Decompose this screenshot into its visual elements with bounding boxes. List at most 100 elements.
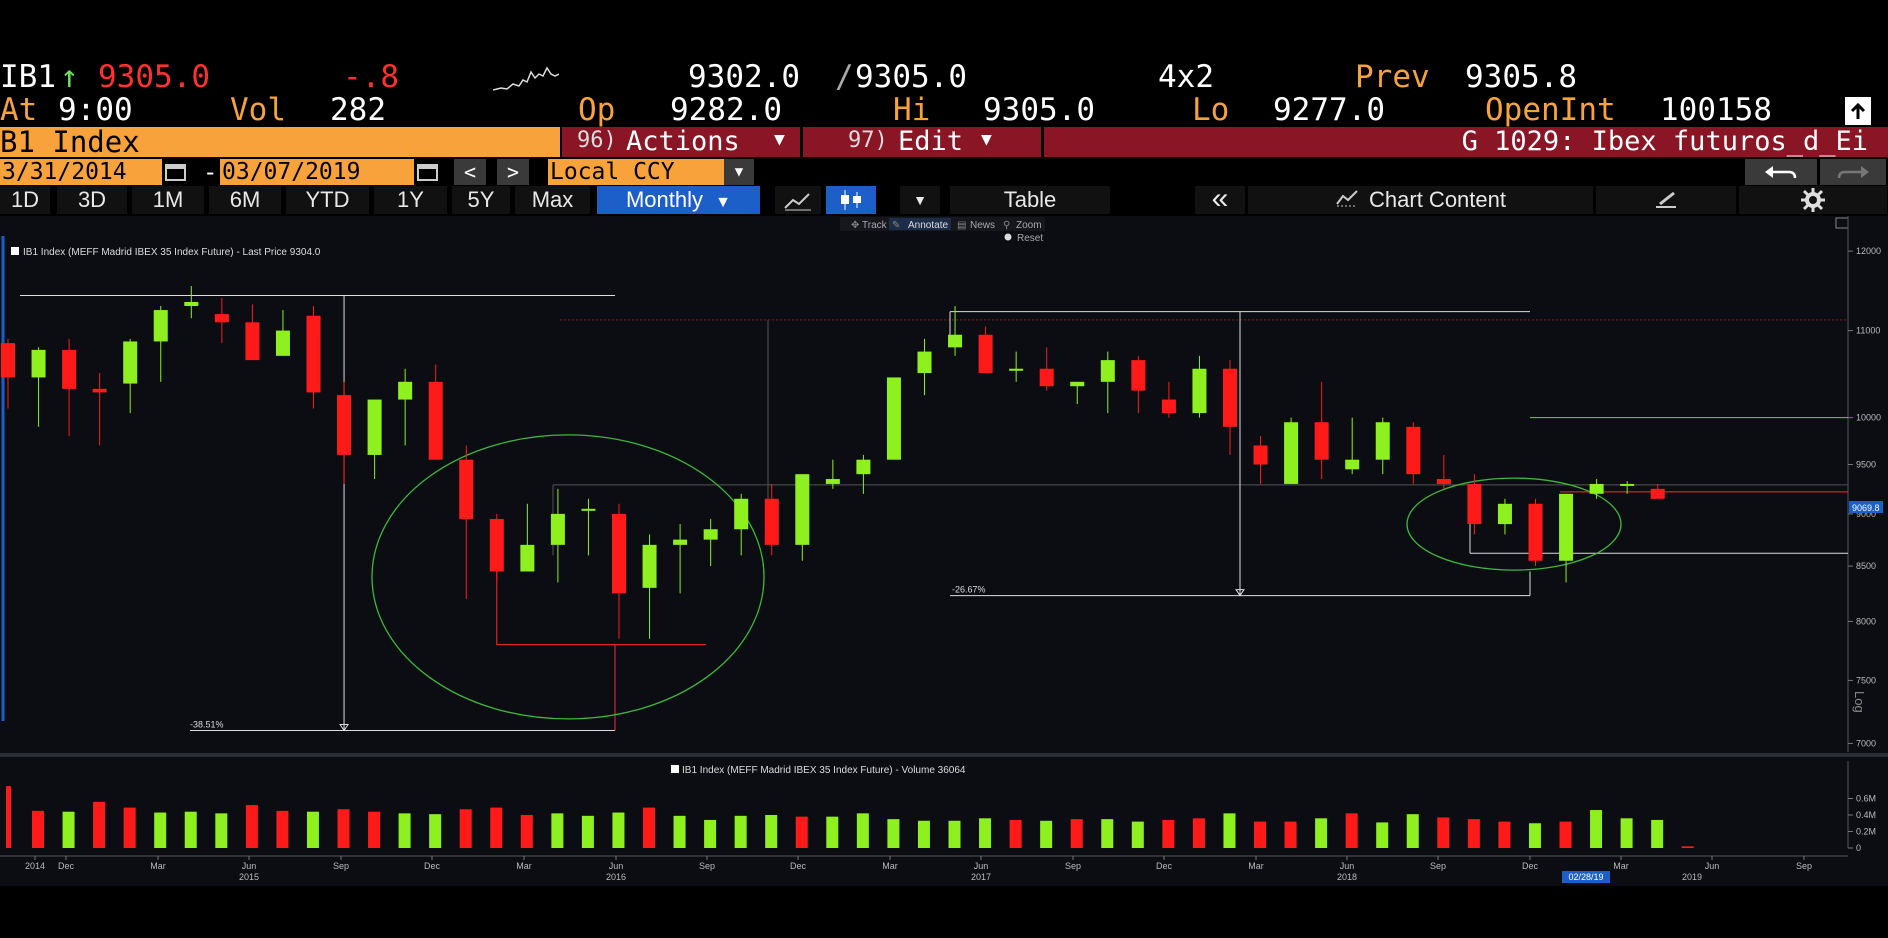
prev-label: Prev bbox=[1355, 59, 1430, 95]
x-tick-label: Mar bbox=[882, 861, 898, 871]
volume-bar bbox=[765, 815, 778, 848]
volume-bar bbox=[1376, 822, 1389, 848]
log-scale-label: Log bbox=[1852, 691, 1867, 713]
chart-tool-bar: ✥ Track ✎ Annotate ▤ News ⚲ Zoom Reset bbox=[840, 217, 1045, 244]
period-button-6m[interactable]: 6M bbox=[209, 186, 281, 214]
candle-body bbox=[886, 377, 901, 460]
candle-body bbox=[1620, 483, 1635, 486]
candle-body bbox=[978, 334, 993, 374]
period-button-3d[interactable]: 3D bbox=[57, 186, 127, 214]
volume-bar bbox=[215, 813, 228, 848]
volume-bar bbox=[306, 811, 319, 848]
volume-bar bbox=[1528, 823, 1541, 848]
reset-button[interactable]: Reset bbox=[1017, 233, 1043, 244]
edit-menu[interactable]: 97) Edit ▼ bbox=[803, 126, 1041, 157]
candle-body bbox=[214, 314, 229, 323]
chart-content-label: Chart Content bbox=[1369, 187, 1506, 212]
page-title-bar: G 1029: Ibex futuros_d_Ei bbox=[1044, 126, 1888, 157]
price-chart[interactable]: ✥ Track ✎ Annotate ▤ News ⚲ Zoom Reset I… bbox=[0, 216, 1888, 886]
candle-body bbox=[581, 508, 596, 511]
export-icon[interactable] bbox=[1845, 97, 1871, 125]
chevron-down-icon[interactable]: ▼ bbox=[900, 186, 940, 214]
volume-bar bbox=[917, 820, 930, 848]
x-year-label: 2016 bbox=[606, 872, 626, 882]
candle-body bbox=[612, 513, 626, 594]
collapse-button[interactable]: « bbox=[1195, 184, 1245, 214]
low-value: 9277.0 bbox=[1273, 92, 1385, 128]
candle-body bbox=[1161, 399, 1176, 414]
volume-tick-label: 0 bbox=[1856, 843, 1861, 853]
x-tick-label: Sep bbox=[1796, 861, 1812, 871]
x-axis: 2014 Dec Mar Jun Sep Dec Mar Jun Sep Dec Mar Jun Sep… bbox=[0, 855, 1848, 883]
candle-body bbox=[550, 513, 565, 545]
settings-gear-icon[interactable] bbox=[1739, 186, 1887, 214]
next-period-button[interactable]: > bbox=[497, 159, 529, 185]
period-button-ytd[interactable]: YTD bbox=[286, 186, 369, 214]
footer-bar bbox=[0, 886, 1888, 938]
frequency-select[interactable]: Monthly ▼ bbox=[597, 186, 760, 214]
calendar-icon[interactable] bbox=[164, 162, 188, 182]
line-chart-icon[interactable] bbox=[775, 186, 821, 214]
y-tick-label: 7500 bbox=[1856, 675, 1876, 685]
chevron-down-icon[interactable]: ▼ bbox=[724, 159, 754, 185]
x-tick-label: Jun bbox=[1340, 861, 1355, 871]
volume-bar bbox=[1345, 813, 1358, 848]
x-tick-label: Jun bbox=[609, 861, 624, 871]
candle-body bbox=[917, 351, 932, 374]
volume-bar bbox=[979, 818, 992, 848]
volume-bar bbox=[856, 813, 869, 848]
candle-body bbox=[489, 518, 504, 572]
period-button-1m[interactable]: 1M bbox=[132, 186, 204, 214]
price-legend-text: IB1 Index (MEFF Madrid IBEX 35 Index Fut… bbox=[23, 247, 321, 258]
y-tick-label: 12000 bbox=[1856, 246, 1881, 256]
calendar-icon[interactable] bbox=[416, 162, 440, 182]
candle-body bbox=[1284, 422, 1299, 484]
annotation-label: -38.51% bbox=[190, 719, 224, 729]
y-tick-label: 8500 bbox=[1856, 561, 1876, 571]
period-button-5y[interactable]: 5Y bbox=[452, 186, 510, 214]
at-label: At bbox=[0, 92, 38, 128]
candle-body bbox=[459, 459, 474, 519]
period-button-1d[interactable]: 1D bbox=[0, 186, 50, 214]
news-button[interactable]: News bbox=[970, 220, 995, 231]
candle-body bbox=[306, 315, 321, 393]
track-button[interactable]: Track bbox=[862, 220, 888, 231]
volume-bar bbox=[93, 801, 106, 848]
candle-body bbox=[825, 479, 840, 484]
candle-body bbox=[703, 529, 718, 540]
annotate-button[interactable]: Annotate bbox=[908, 220, 948, 231]
drawing-tools-icon[interactable] bbox=[1596, 186, 1736, 214]
actions-menu[interactable]: 96) Actions ▼ bbox=[562, 126, 800, 157]
table-button[interactable]: Table bbox=[950, 186, 1110, 214]
last-price-tag: 9069.8 bbox=[1849, 501, 1883, 513]
volume-bar bbox=[1284, 821, 1297, 848]
currency-select[interactable]: Local CCY bbox=[548, 159, 727, 185]
volume-bar bbox=[1498, 821, 1511, 848]
candle-body bbox=[1100, 360, 1115, 382]
vol-value: 282 bbox=[330, 92, 386, 128]
undo-icon[interactable] bbox=[1745, 159, 1817, 185]
period-button-max[interactable]: Max bbox=[515, 186, 590, 214]
redo-icon[interactable] bbox=[1820, 159, 1886, 185]
candle-body bbox=[428, 381, 443, 460]
chevron-down-icon: ▼ bbox=[981, 129, 992, 150]
minimize-chart-icon[interactable] bbox=[1835, 217, 1849, 229]
prev-period-button[interactable]: < bbox=[454, 159, 486, 185]
zoom-button[interactable]: Zoom bbox=[1016, 220, 1042, 231]
start-date-field[interactable]: 3/31/2014 bbox=[0, 159, 162, 185]
candle-body bbox=[184, 301, 199, 307]
annotations: -38.51% -26.67% bbox=[20, 295, 1848, 732]
ticker: IB1 bbox=[0, 59, 56, 95]
chart-content-button[interactable]: Chart Content bbox=[1248, 186, 1593, 214]
candle-body bbox=[1131, 360, 1146, 391]
last-price-tag-text: 9069.8 bbox=[1852, 503, 1880, 513]
y-tick-label: 7000 bbox=[1856, 738, 1876, 748]
period-button-1y[interactable]: 1Y bbox=[374, 186, 447, 214]
openint-label: OpenInt bbox=[1485, 92, 1616, 128]
end-date-field[interactable]: 03/07/2019 bbox=[220, 159, 414, 185]
volume-bar bbox=[1223, 813, 1236, 848]
pencil-icon: ✎ bbox=[892, 220, 900, 231]
candlestick-icon[interactable] bbox=[826, 186, 876, 214]
candle-body bbox=[1497, 503, 1512, 525]
volume-bar bbox=[245, 805, 258, 848]
